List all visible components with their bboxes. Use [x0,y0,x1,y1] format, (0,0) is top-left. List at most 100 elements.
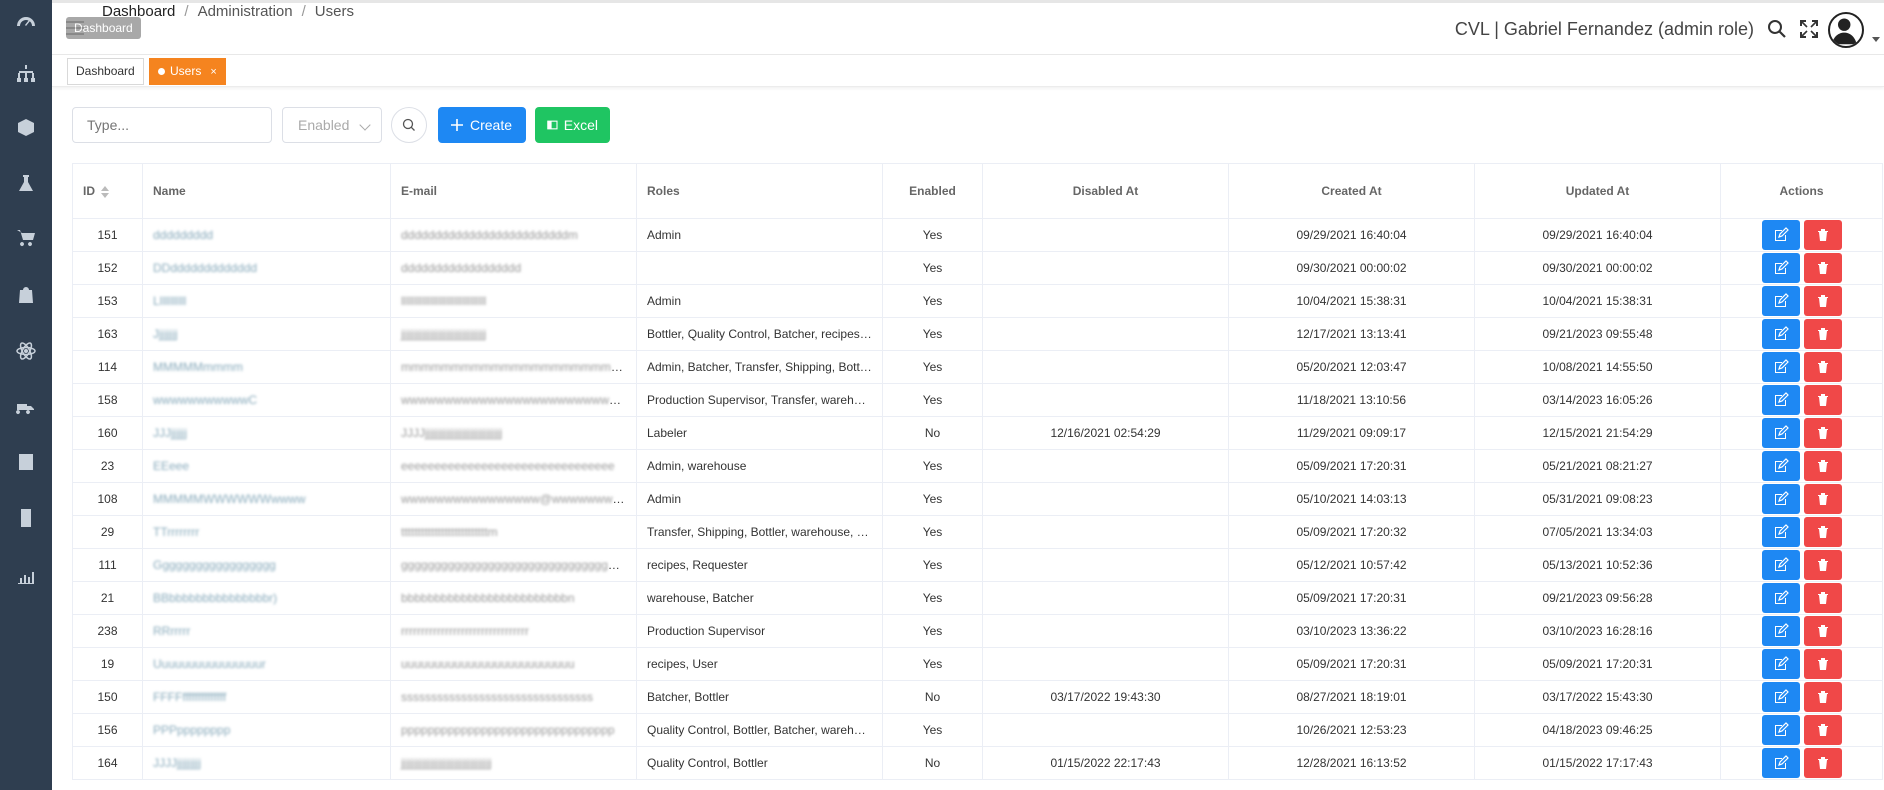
cell-name[interactable]: JJJjjjjjj [142,416,391,450]
delete-button[interactable] [1803,715,1842,745]
sidebar-item-dashboard[interactable] [0,4,52,44]
sidebar-item-flask[interactable] [0,164,52,204]
delete-button[interactable] [1803,484,1842,514]
delete-button[interactable] [1803,649,1842,679]
edit-button[interactable] [1761,253,1800,283]
cell-name[interactable]: Jjjjjjjj [142,317,391,351]
delete-button[interactable] [1803,418,1842,448]
edit-button[interactable] [1761,748,1800,778]
tab-users[interactable]: Users × [149,58,226,85]
cell-name[interactable]: RRrrrrr [142,614,391,648]
avatar[interactable] [1828,12,1864,48]
cell-enabled: Yes [882,383,983,417]
delete-button[interactable] [1803,616,1842,646]
cell-roles: Quality Control, Bottler, Batcher, wareh… [636,713,883,747]
breadcrumb-item-administration[interactable]: Administration [198,3,293,20]
cell-name[interactable]: TTrrrrrrrr [142,515,391,549]
edit-button[interactable] [1761,319,1800,349]
edit-button[interactable] [1761,616,1800,646]
tabs-bar: Dashboard Users × [52,55,1884,87]
sort-icon[interactable] [101,185,109,198]
delete-button[interactable] [1803,253,1842,283]
edit-button[interactable] [1761,550,1800,580]
cell-name[interactable]: DDddddddddddddd [142,251,391,285]
edit-button[interactable] [1761,220,1800,250]
cell-name[interactable]: MMMMMmmmm [142,350,391,384]
delete-button[interactable] [1803,286,1842,316]
edit-button[interactable] [1761,352,1800,382]
cell-name[interactable]: ddddddddd [142,218,391,252]
delete-button[interactable] [1803,451,1842,481]
cell-email: rrrrrrrrrrrrrrrrrrrrrrrrrrrrrrrr [390,614,637,648]
edit-button[interactable] [1761,451,1800,481]
sidebar-item-hierarchy[interactable] [0,54,52,94]
cell-actions [1720,350,1883,384]
cell-roles: Admin, Batcher, Transfer, Shipping, Bott… [636,350,883,384]
edit-button[interactable] [1761,385,1800,415]
edit-button[interactable] [1761,649,1800,679]
sidebar-item-truck[interactable] [0,387,52,427]
sidebar-item-bag[interactable] [0,274,52,314]
delete-button[interactable] [1803,352,1842,382]
delete-button[interactable] [1803,319,1842,349]
breadcrumb-item-dashboard[interactable]: Dashboard [102,3,175,20]
sidebar-item-box[interactable] [0,107,52,147]
close-icon[interactable]: × [210,66,216,78]
cell-created-at: 10/26/2021 12:53:23 [1228,713,1475,747]
delete-button[interactable] [1803,583,1842,613]
chevron-down-icon[interactable] [1872,37,1880,42]
cell-name[interactable]: MMMMMWWWWWWwwww [142,482,391,516]
edit-button[interactable] [1761,715,1800,745]
cell-name[interactable]: Uuuuuuuuuuuuuuuur [142,647,391,681]
edit-button[interactable] [1761,517,1800,547]
search-button[interactable] [391,107,427,143]
cell-id: 108 [72,482,143,516]
cell-roles: Batcher, Bottler [636,680,883,714]
sidebar-item-atom[interactable] [0,331,52,371]
report-icon [19,454,33,470]
cell-created-at: 11/18/2021 13:10:56 [1228,383,1475,417]
search-icon[interactable] [1766,18,1788,40]
cell-name[interactable]: Lllllllllll [142,284,391,318]
edit-button[interactable] [1761,484,1800,514]
fullscreen-icon[interactable] [1798,18,1820,40]
status-select[interactable]: Enabled [282,107,382,143]
edit-button[interactable] [1761,286,1800,316]
cell-actions [1720,218,1883,252]
cell-name[interactable]: JJJJjjjjjjjjj [142,746,391,780]
sidebar-item-cart[interactable] [0,218,52,258]
excel-button[interactable]: Excel [535,107,610,143]
column-header-id[interactable]: ID [72,163,143,219]
cell-name[interactable]: EEeee [142,449,391,483]
cell-actions [1720,317,1883,351]
delete-button[interactable] [1803,682,1842,712]
sidebar-item-chart[interactable] [0,556,52,596]
cell-name[interactable]: wwwwwwwwwwwC [142,383,391,417]
cell-enabled: Yes [882,713,983,747]
search-input[interactable] [72,107,272,143]
cell-id: 238 [72,614,143,648]
delete-button[interactable] [1803,748,1842,778]
cell-name[interactable]: FFFFffffffffffffff [142,680,391,714]
edit-button[interactable] [1761,583,1800,613]
dashboard-icon [17,17,35,26]
delete-button[interactable] [1803,550,1842,580]
cell-roles: Labeler [636,416,883,450]
cell-updated-at: 05/09/2021 17:20:31 [1474,647,1721,681]
cell-name[interactable]: Gggggggggggggggggg [142,548,391,582]
excel-label: Excel [563,117,598,133]
edit-button[interactable] [1761,418,1800,448]
edit-button[interactable] [1761,682,1800,712]
tab-dashboard[interactable]: Dashboard [67,58,144,85]
cell-name[interactable]: BBbbbbbbbbbbbbbbbr) [142,581,391,615]
cell-roles [636,251,883,285]
delete-button[interactable] [1803,517,1842,547]
cell-enabled: Yes [882,515,983,549]
sidebar-item-report[interactable] [0,442,52,482]
column-header-enabled: Enabled [882,163,983,219]
delete-button[interactable] [1803,220,1842,250]
delete-button[interactable] [1803,385,1842,415]
create-button[interactable]: Create [438,107,526,143]
cell-name[interactable]: PPPpppppppp [142,713,391,747]
sidebar-item-building[interactable] [0,498,52,538]
